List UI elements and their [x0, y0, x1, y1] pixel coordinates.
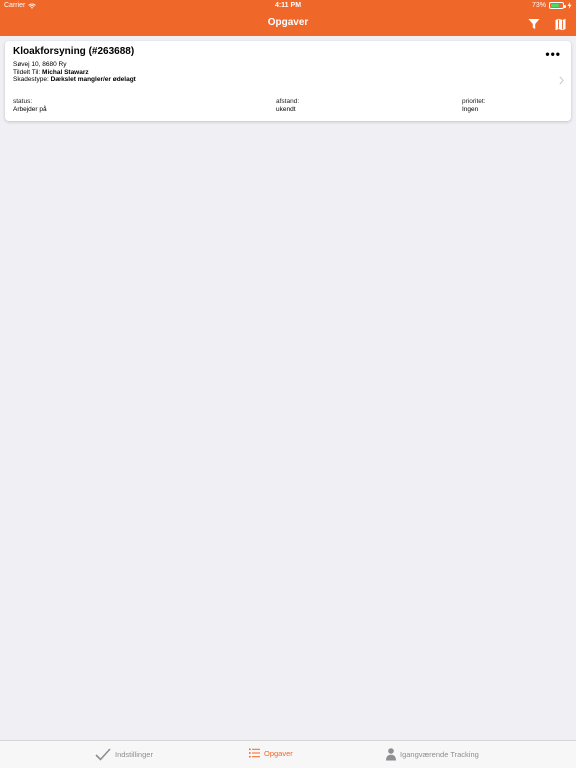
task-title: Kloakforsyning (#263688): [13, 46, 135, 57]
status-value: Arbejder på: [13, 106, 47, 113]
distance-label: afstand:: [276, 98, 300, 105]
chevron-right-icon: [559, 76, 564, 85]
status-group: status: Arbejder på: [13, 98, 47, 114]
navigation-bar: Opgaver: [0, 12, 576, 36]
map-icon: [555, 18, 565, 30]
page-title: Opgaver: [267, 17, 309, 28]
person-icon: [386, 748, 396, 761]
assigned-to: Michal Stawarz: [42, 69, 89, 76]
status-time: 4:11 PM: [274, 2, 302, 9]
tab-bar: Indstillinger Opgaver Igangværende Track…: [0, 740, 576, 768]
task-card[interactable]: Kloakforsyning (#263688) ••• Søvej 10, 8…: [5, 41, 571, 121]
task-damage: Skadestype: Dækslet mangler/er ødelagt: [13, 76, 136, 83]
priority-label: prioritet:: [462, 98, 486, 105]
battery-percent: 73%: [531, 2, 546, 9]
map-button[interactable]: [552, 16, 568, 32]
task-assigned: Tildelt Til: Michal Stawarz: [13, 69, 89, 76]
filter-button[interactable]: [526, 16, 542, 32]
list-icon: [249, 748, 260, 758]
charging-icon: [567, 2, 572, 9]
checkmark-icon: [95, 748, 111, 761]
tab-tasks-label: Opgaver: [264, 748, 293, 758]
tab-tracking[interactable]: Igangværende Tracking: [386, 748, 479, 761]
status-right: 73%: [532, 2, 572, 9]
more-options-button[interactable]: •••: [545, 48, 561, 60]
tab-tracking-label: Igangværende Tracking: [400, 750, 479, 759]
damage-type: Dækslet mangler/er ødelagt: [50, 76, 136, 83]
tab-tasks[interactable]: Opgaver: [249, 748, 293, 758]
battery-icon: [549, 2, 566, 9]
filter-icon: [528, 19, 540, 29]
distance-value: ukendt: [276, 106, 296, 113]
tab-settings-label: Indstillinger: [115, 750, 153, 759]
distance-group: afstand: ukendt: [276, 98, 299, 114]
priority-value: Ingen: [462, 106, 479, 113]
tab-settings[interactable]: Indstillinger: [95, 748, 153, 761]
top-bar: Carrier 4:11 PM 73% Opgaver: [0, 0, 576, 36]
damage-label: Skadestype:: [13, 76, 49, 83]
assigned-label: Tildelt Til:: [13, 69, 41, 76]
status-bar: Carrier 4:11 PM 73%: [0, 0, 576, 12]
status-label: status:: [13, 98, 33, 105]
task-address: Søvej 10, 8680 Ry: [13, 61, 67, 68]
battery-fill: [551, 4, 560, 7]
priority-group: prioritet: Ingen: [462, 98, 485, 114]
